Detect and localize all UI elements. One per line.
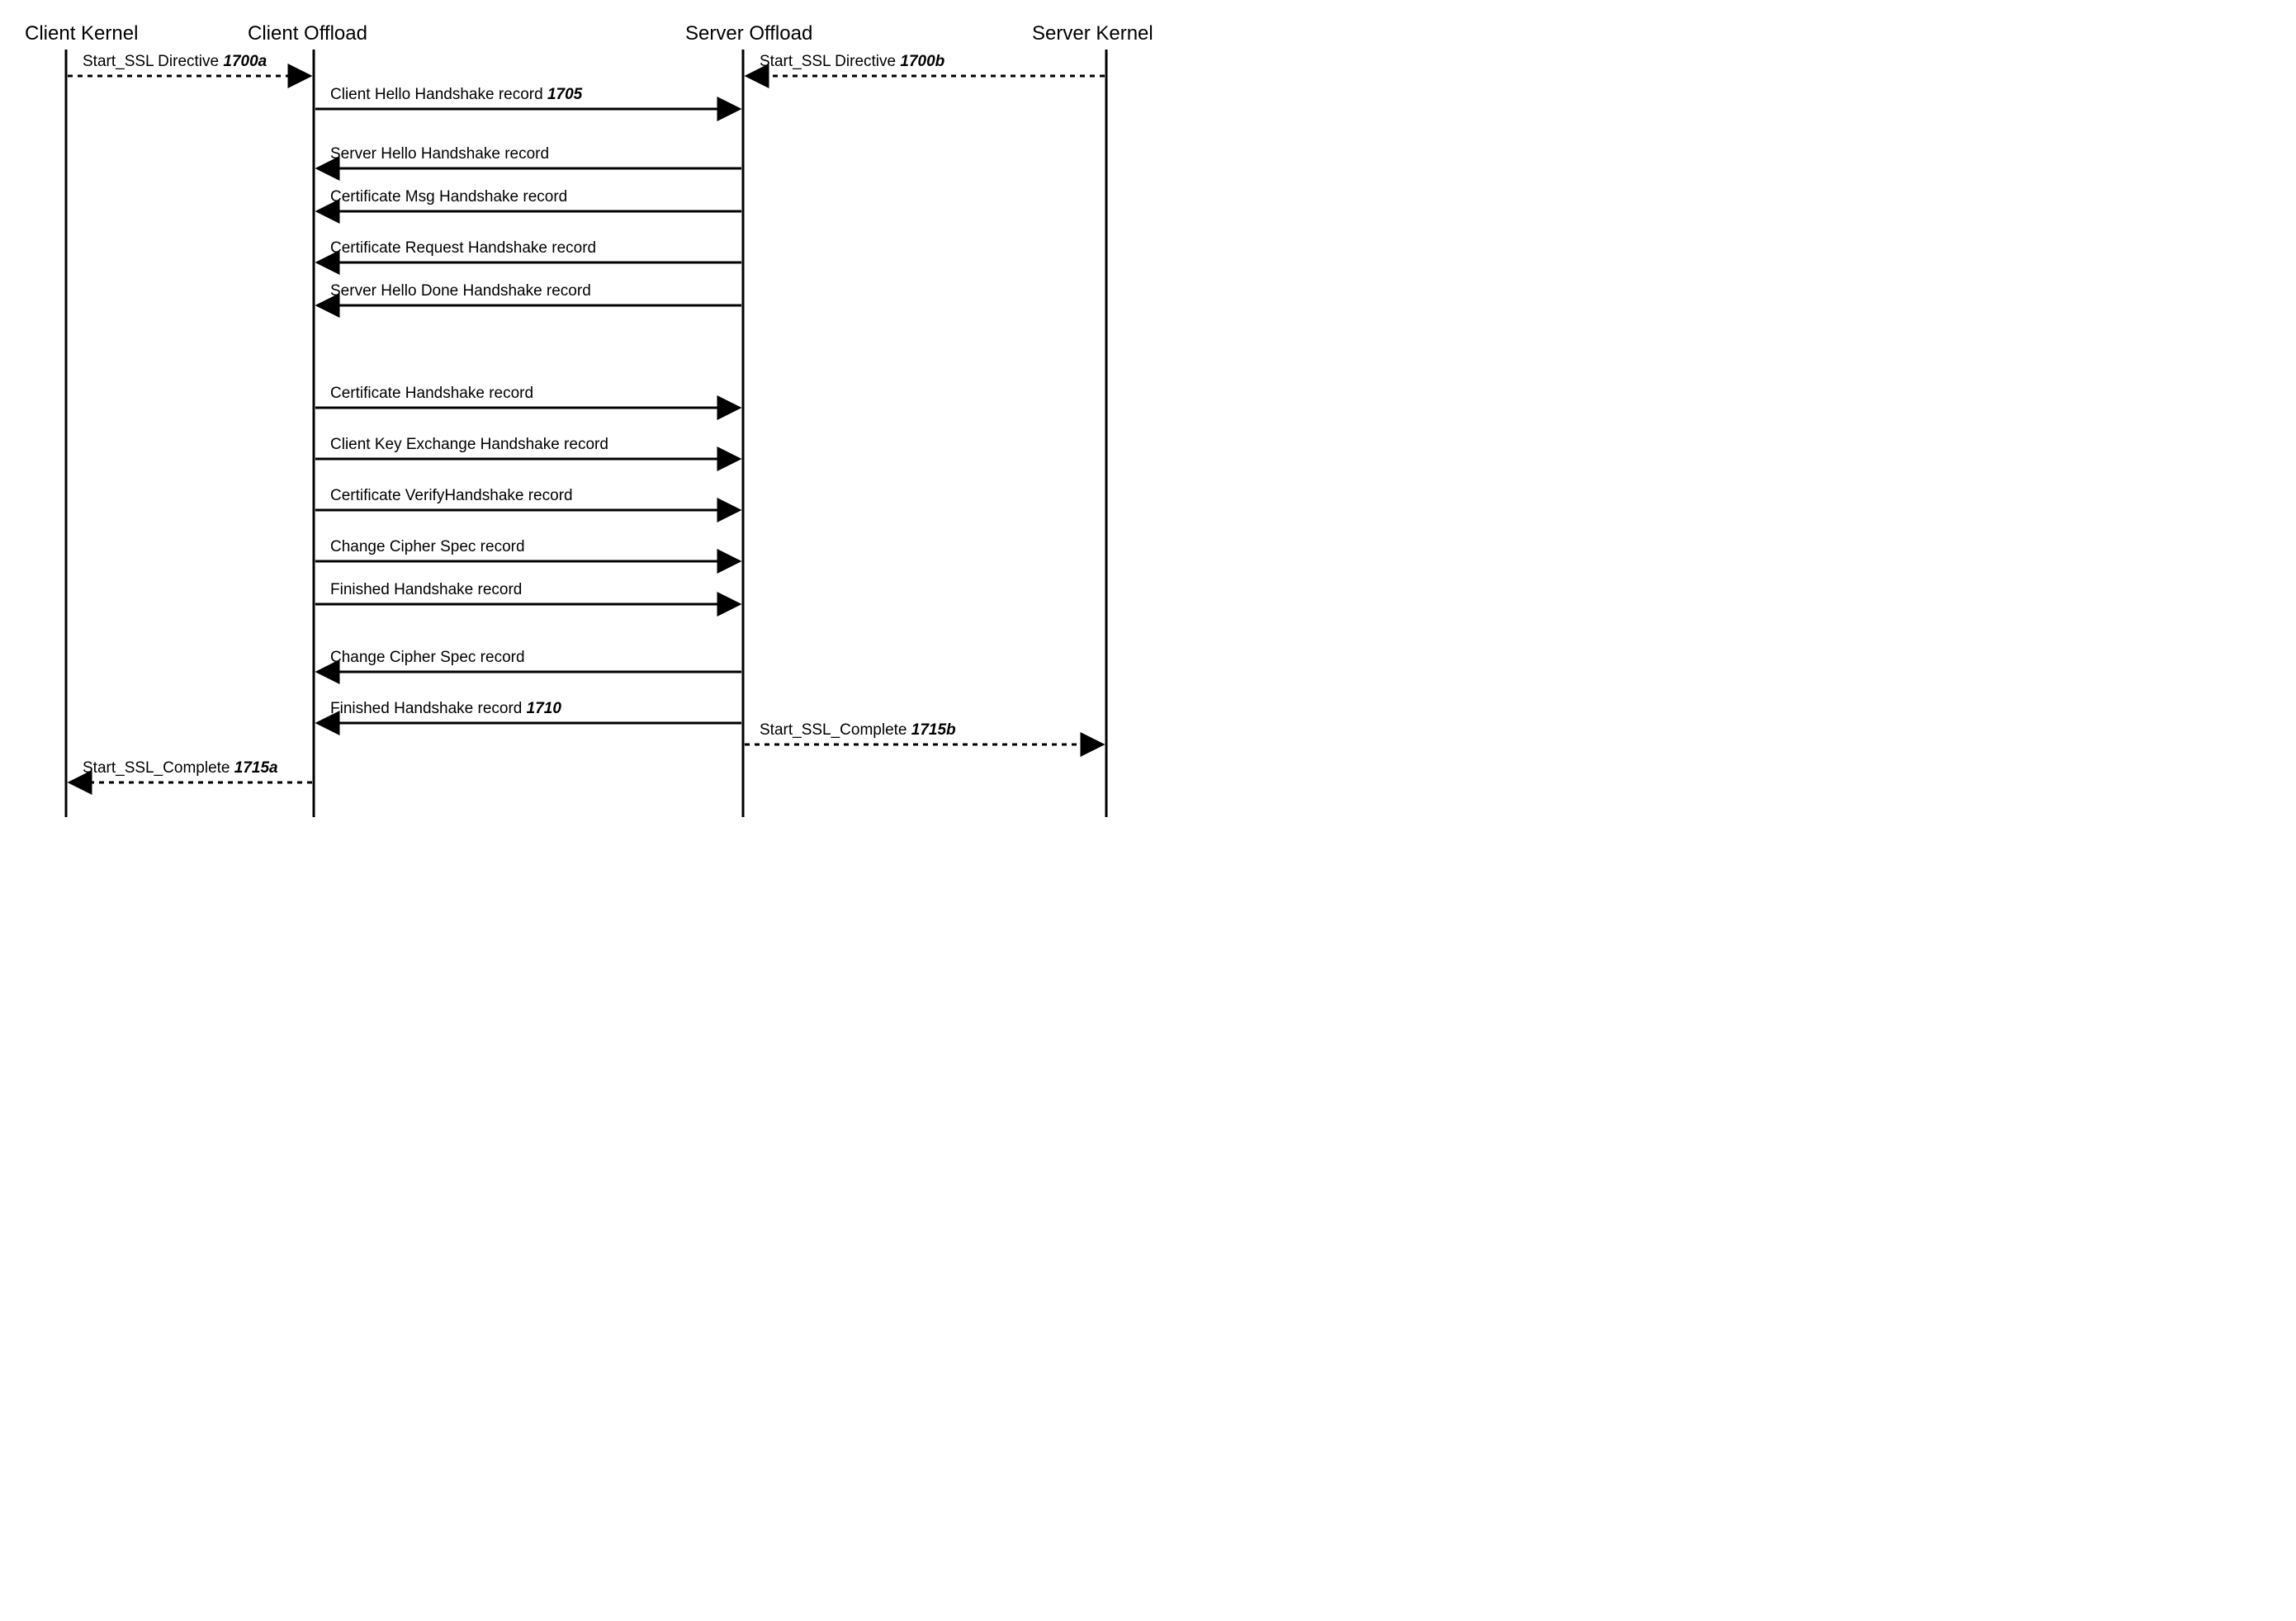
msg-finished1-label: Finished Handshake record: [330, 581, 522, 598]
msg-client-hello-label: Client Hello Handshake record 1705: [330, 86, 583, 103]
msg-finished2-label: Finished Handshake record 1710: [330, 700, 561, 717]
msg-client-key-ex-label: Client Key Exchange Handshake record: [330, 436, 608, 453]
lifeline-client-offload-label: Client Offload: [248, 22, 367, 45]
msg-server-hello-done-label: Server Hello Done Handshake record: [330, 282, 591, 300]
msg-ccs2-label: Change Cipher Spec record: [330, 649, 525, 666]
msg-cert-req-label: Certificate Request Handshake record: [330, 239, 596, 257]
msg-start-ssl-a-label: Start_SSL Directive 1700a: [83, 53, 267, 70]
lifeline-server-kernel-label: Server Kernel: [1032, 22, 1153, 45]
msg-cert-msg-label: Certificate Msg Handshake record: [330, 188, 567, 206]
sequence-diagram: Client Kernel Client Offload Server Offl…: [17, 17, 1164, 827]
msg-cert-verify-label: Certificate VerifyHandshake record: [330, 487, 573, 504]
msg-server-hello-label: Server Hello Handshake record: [330, 145, 549, 163]
msg-start-ssl-b-label: Start_SSL Directive 1700b: [760, 53, 945, 70]
msg-complete-a-label: Start_SSL_Complete 1715a: [83, 759, 278, 777]
msg-ccs1-label: Change Cipher Spec record: [330, 538, 525, 555]
msg-cert-label: Certificate Handshake record: [330, 385, 533, 402]
msg-complete-b-label: Start_SSL_Complete 1715b: [760, 721, 956, 739]
lifeline-server-offload-label: Server Offload: [685, 22, 812, 45]
lifeline-client-kernel-label: Client Kernel: [25, 22, 138, 45]
